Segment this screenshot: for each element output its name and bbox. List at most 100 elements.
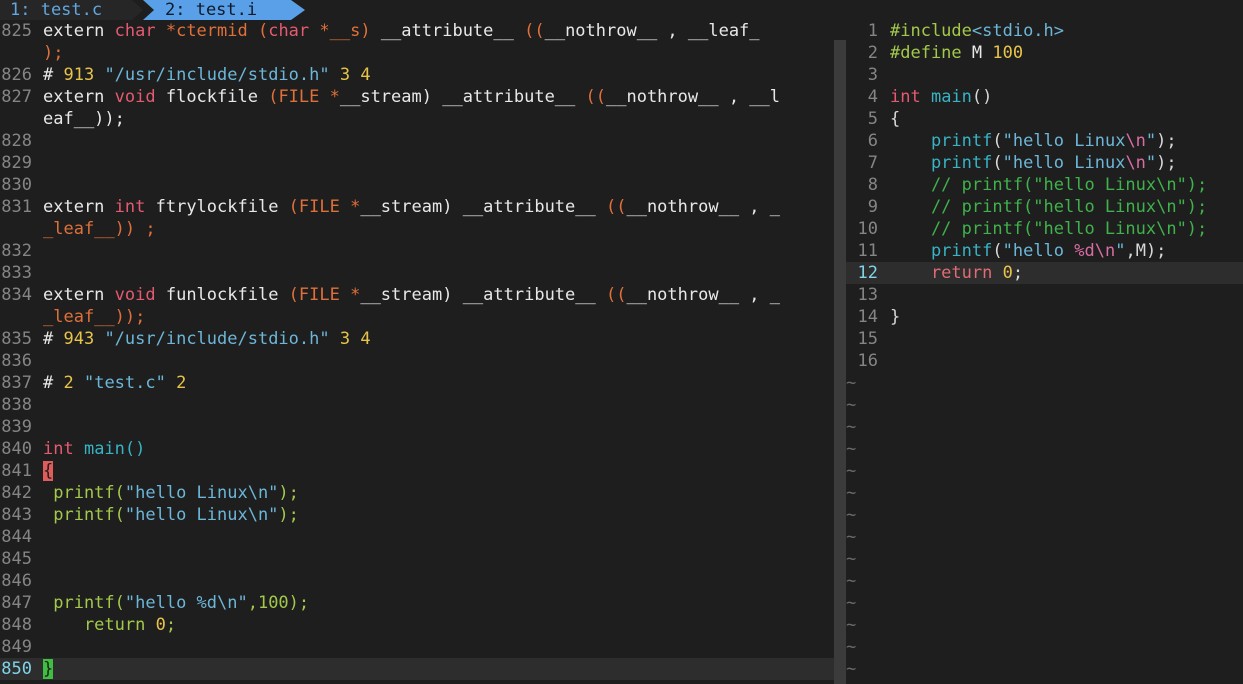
code-line[interactable]: 845	[0, 548, 834, 570]
code-line[interactable]: _leaf__));	[0, 306, 834, 328]
line-number: 2	[867, 43, 878, 63]
code-line[interactable]: 829	[0, 152, 834, 174]
code-line[interactable]: 825 extern char *ctermid (char *__s) __at…	[0, 20, 834, 42]
line-code: printf("hello %d\n",100);	[43, 592, 309, 614]
code-line[interactable]: 840 int main()	[0, 438, 834, 460]
code-token: "hello Linux\n"	[124, 483, 279, 503]
code-token: funlockfile	[155, 285, 289, 305]
code-line[interactable]: 4 int main()	[846, 86, 1243, 108]
code-token: extern	[43, 21, 115, 41]
code-line[interactable]: 12 return 0;	[846, 262, 1243, 284]
line-number: 16	[857, 351, 878, 371]
code-token: 3 4	[329, 65, 371, 85]
code-line[interactable]: 842 printf("hello Linux\n");	[0, 482, 834, 504]
code-line[interactable]: 849	[0, 636, 834, 658]
code-token: 0	[155, 615, 166, 635]
code-line[interactable]: 10 // printf("hello Linux\n");	[846, 218, 1243, 240]
code-line[interactable]: 13	[846, 284, 1243, 306]
tilde-marker: ~	[846, 373, 857, 393]
code-line[interactable]: 2 #define M 100	[846, 42, 1243, 64]
line-code: _leaf__)) ;	[43, 218, 156, 240]
line-number: 832	[1, 241, 32, 261]
empty-buffer-line: ~	[846, 482, 1243, 504]
tilde-marker: ~	[846, 571, 857, 591]
code-line[interactable]: 828	[0, 130, 834, 152]
line-number: 13	[857, 285, 878, 305]
code-line[interactable]: 830	[0, 174, 834, 196]
code-token: (	[992, 153, 1003, 173]
code-token: printf	[890, 131, 993, 151]
editor-pane-right[interactable]: 1 #include<stdio.h> 2 #define M 100 3 4 int ma…	[846, 20, 1243, 684]
code-line[interactable]: 1 #include<stdio.h>	[846, 20, 1243, 42]
code-line[interactable]: 5{	[846, 108, 1243, 130]
code-token: );	[1156, 153, 1177, 173]
code-line[interactable]: 837 # 2 "test.c" 2	[0, 372, 834, 394]
code-token: "	[1145, 131, 1157, 151]
code-line[interactable]: eaf__));	[0, 108, 834, 130]
code-token: ftrylockfile	[145, 197, 289, 217]
code-line[interactable]: 7 printf("hello Linux\n");	[846, 152, 1243, 174]
tab-test-c[interactable]: 1: test.c	[0, 0, 132, 20]
tab-test-i[interactable]: 2: test.i	[143, 0, 291, 20]
code-token: #	[43, 65, 64, 85]
code-token: _leaf__));	[43, 307, 146, 327]
code-line[interactable]: 11 printf("hello %d\n",M);	[846, 240, 1243, 262]
code-line[interactable]: );	[0, 42, 834, 64]
code-line[interactable]: 15	[846, 328, 1243, 350]
line-code: );	[43, 42, 63, 64]
code-token: ,100);	[247, 593, 310, 613]
line-number: 836	[1, 351, 32, 371]
code-token: printf	[890, 153, 993, 173]
code-token: "/usr/include/stdio.h"	[104, 329, 330, 349]
empty-buffer-line: ~	[846, 592, 1243, 614]
code-line[interactable]: 838	[0, 394, 834, 416]
code-line[interactable]: 3	[846, 64, 1243, 86]
code-line[interactable]: 835 # 943 "/usr/include/stdio.h" 3 4	[0, 328, 834, 350]
code-line[interactable]: 850}	[0, 658, 834, 680]
line-number: 12	[857, 263, 878, 283]
line-code: extern char *ctermid (char *__s) __attri…	[43, 20, 760, 42]
code-token: flockfile	[155, 87, 269, 107]
line-number: 3	[867, 65, 878, 85]
code-line[interactable]: 839	[0, 416, 834, 438]
line-code: _leaf__));	[43, 306, 145, 328]
code-line[interactable]: 826 # 913 "/usr/include/stdio.h" 3 4	[0, 64, 834, 86]
code-line[interactable]: 831 extern int ftrylockfile (FILE *__stre…	[0, 196, 834, 218]
code-line[interactable]: 14}	[846, 306, 1243, 328]
code-line[interactable]: 9 // printf("hello Linux\n");	[846, 196, 1243, 218]
tilde-marker: ~	[846, 505, 857, 525]
code-token: (FILE *	[288, 285, 361, 305]
code-line[interactable]: 844	[0, 526, 834, 548]
code-line[interactable]: 836	[0, 350, 834, 372]
code-line[interactable]: 16	[846, 350, 1243, 372]
line-number: 5	[867, 109, 878, 129]
empty-buffer-line: ~	[846, 636, 1243, 658]
code-line[interactable]: 843 printf("hello Linux\n");	[0, 504, 834, 526]
line-number: 825	[1, 21, 32, 41]
code-line[interactable]: 8 // printf("hello Linux\n");	[846, 174, 1243, 196]
code-line[interactable]: 834 extern void funlockfile (FILE *__stre…	[0, 284, 834, 306]
code-token: main()	[73, 439, 146, 459]
code-token: (FILE *	[288, 197, 361, 217]
code-line[interactable]: _leaf__)) ;	[0, 218, 834, 240]
line-number: 850	[1, 659, 32, 679]
line-code: return 0;	[890, 262, 1023, 284]
editor-pane-left[interactable]: 825 extern char *ctermid (char *__s) __at…	[0, 20, 834, 684]
code-token: void	[114, 87, 156, 107]
code-line[interactable]: 833	[0, 262, 834, 284]
code-line[interactable]: 848 return 0;	[0, 614, 834, 636]
code-line[interactable]: 832	[0, 240, 834, 262]
empty-buffer-line: ~	[846, 394, 1243, 416]
vertical-split-divider[interactable]	[834, 40, 846, 684]
line-number: 7	[867, 153, 878, 173]
line-number: 849	[1, 637, 32, 657]
tilde-marker: ~	[846, 527, 857, 547]
code-line[interactable]: 827 extern void flockfile (FILE *__stream…	[0, 86, 834, 108]
code-line[interactable]: 847 printf("hello %d\n",100);	[0, 592, 834, 614]
code-token: (FILE *	[268, 87, 340, 107]
code-line[interactable]: 841 {	[0, 460, 834, 482]
code-token: (	[992, 131, 1003, 151]
code-line[interactable]: 846	[0, 570, 834, 592]
code-token: int	[114, 197, 146, 217]
code-line[interactable]: 6 printf("hello Linux\n");	[846, 130, 1243, 152]
